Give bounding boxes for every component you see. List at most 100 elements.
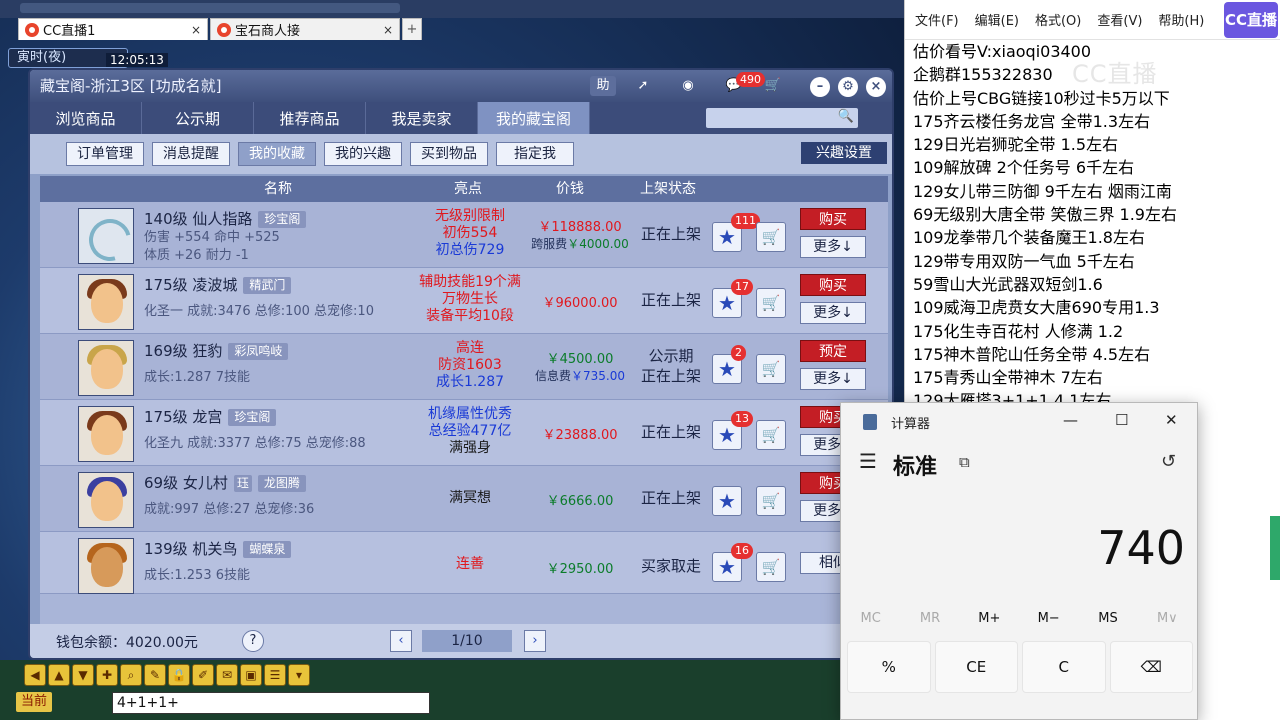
chat-input[interactable]: 4+1+1+ <box>112 692 430 714</box>
clear-entry-key[interactable]: CE <box>934 641 1018 693</box>
memory-clear-button[interactable]: MC <box>841 611 900 631</box>
table-row[interactable]: 139级 机关鸟 蝴蝶泉 成长:1.253 6技能 连善 ￥2950.00 买家取… <box>40 532 888 594</box>
move-icon[interactable]: ✚ <box>96 664 118 686</box>
character-avatar[interactable] <box>78 406 134 462</box>
tab-recommended[interactable]: 推荐商品 <box>254 102 366 134</box>
add-to-cart-icon[interactable]: 🛒 <box>756 222 786 252</box>
add-to-cart-icon[interactable]: 🛒 <box>756 420 786 450</box>
notepad-text-area[interactable]: 估价看号V:xiaoqi03400 企鹅群155322830 估价上号CBG链接… <box>905 40 1280 413</box>
arrow-up-icon[interactable]: ▲ <box>48 664 70 686</box>
favorite-star-icon[interactable]: ★ 111 <box>712 213 760 252</box>
message-reminder-button[interactable]: 消息提醒 <box>152 142 230 166</box>
text-line: 109威海卫虎贲女大唐690专用1.3 <box>913 298 1160 318</box>
maximize-icon[interactable]: ☐ <box>1115 411 1128 429</box>
help-icon[interactable]: ? <box>242 630 264 652</box>
chat-icon[interactable]: ✉ <box>216 664 238 686</box>
side-widget[interactable] <box>1270 516 1280 580</box>
percent-key[interactable]: % <box>847 641 931 693</box>
memory-recall-button[interactable]: MR <box>900 611 959 631</box>
help-button[interactable]: 助 <box>590 76 616 96</box>
close-icon[interactable]: × <box>191 23 201 37</box>
add-to-cart-icon[interactable]: 🛒 <box>756 552 786 582</box>
buy-button[interactable]: 购买 <box>800 208 866 230</box>
add-to-cart-icon[interactable]: 🛒 <box>756 354 786 384</box>
minimize-icon[interactable]: — <box>1063 411 1078 429</box>
memory-add-button[interactable]: M+ <box>960 611 1019 631</box>
memory-list-button[interactable]: M∨ <box>1138 611 1197 631</box>
list-icon[interactable]: ☰ <box>264 664 286 686</box>
buy-button[interactable]: 购买 <box>800 274 866 296</box>
purchased-items-button[interactable]: 买到物品 <box>410 142 488 166</box>
browser-tab-gem-merchant[interactable]: 宝石商人接 × <box>210 18 400 40</box>
reserve-button[interactable]: 预定 <box>800 340 866 362</box>
item-thumbnail[interactable] <box>78 208 134 264</box>
menu-edit[interactable]: 编辑(E) <box>975 10 1019 29</box>
clear-key[interactable]: C <box>1022 641 1106 693</box>
close-icon[interactable]: × <box>383 23 393 37</box>
designated-me-button[interactable]: 指定我 <box>496 142 574 166</box>
lock-icon[interactable]: 🔒 <box>168 664 190 686</box>
character-avatar[interactable] <box>78 472 134 528</box>
order-management-button[interactable]: 订单管理 <box>66 142 144 166</box>
settings-icon[interactable]: ⚙ <box>838 77 858 97</box>
tab-my-pavilion[interactable]: 我的藏宝阁 <box>478 102 590 134</box>
favorite-star-icon[interactable]: ★ <box>712 486 742 516</box>
more-button[interactable]: 更多↓ <box>800 368 866 390</box>
character-avatar[interactable] <box>78 274 134 330</box>
search-icon[interactable]: 🔍 <box>838 109 854 124</box>
tab-browse[interactable]: 浏览商品 <box>30 102 142 134</box>
pet-avatar[interactable] <box>78 538 134 594</box>
table-row[interactable]: 69级 女儿村珏龙图腾 成就:997 总修:27 总宠修:36 满冥想 ￥666… <box>40 466 888 532</box>
table-row[interactable]: 175级 龙宫 珍宝阁 化圣九 成就:3377 总修:75 总宠修:88 机缘属性… <box>40 400 888 466</box>
previous-page-button[interactable]: ‹ <box>390 630 412 652</box>
menu-help[interactable]: 帮助(H) <box>1158 10 1204 29</box>
table-row[interactable]: 175级 凌波城 精武门 化圣一 成就:3476 总修:100 总宠修:10 辅助… <box>40 268 888 334</box>
more-button[interactable]: 更多↓ <box>800 302 866 324</box>
current-channel-label[interactable]: 当前 <box>16 692 52 712</box>
memory-store-button[interactable]: MS <box>1078 611 1137 631</box>
brush-icon[interactable]: ✐ <box>192 664 214 686</box>
interest-settings-button[interactable]: 兴趣设置 <box>801 142 887 164</box>
table-row[interactable]: 169级 狂豹 彩凤鸣岐 成长:1.287 7技能 高连 防资1603 成长1.287… <box>40 334 888 400</box>
record-icon[interactable]: ◉ <box>675 76 701 96</box>
bag-icon[interactable]: ▣ <box>240 664 262 686</box>
favorite-star-icon[interactable]: ★ 2 <box>712 345 746 384</box>
memory-subtract-button[interactable]: M− <box>1019 611 1078 631</box>
new-tab-button[interactable]: + <box>402 18 422 40</box>
pin-icon[interactable]: ✎ <box>144 664 166 686</box>
browser-tab-cc-live[interactable]: CC直播1 × <box>18 18 208 40</box>
add-to-cart-icon[interactable]: 🛒 <box>756 288 786 318</box>
search-input[interactable]: 🔍 <box>706 108 858 128</box>
menu-file[interactable]: 文件(F) <box>915 10 959 29</box>
pet-avatar[interactable] <box>78 340 134 396</box>
tab-seller[interactable]: 我是卖家 <box>366 102 478 134</box>
text-line: 129日光岩狮驼全带 1.5左右 <box>913 135 1119 155</box>
tab-public-period[interactable]: 公示期 <box>142 102 254 134</box>
share-icon[interactable]: ➚ <box>630 76 656 96</box>
hamburger-menu-icon[interactable]: ☰ <box>859 449 877 473</box>
my-favorites-button[interactable]: 我的收藏 <box>238 142 316 166</box>
favorite-star-icon[interactable]: ★ 13 <box>712 411 753 450</box>
listing-status: 正在上架 <box>640 423 701 441</box>
keep-on-top-icon[interactable]: ⧉ <box>959 453 970 471</box>
chevron-down-icon[interactable]: ▾ <box>288 664 310 686</box>
add-to-cart-icon[interactable]: 🛒 <box>756 486 786 516</box>
backspace-key[interactable]: ⌫ <box>1109 641 1193 693</box>
favorite-star-icon[interactable]: ★ 16 <box>712 543 753 582</box>
menu-format[interactable]: 格式(O) <box>1035 10 1081 29</box>
page-indicator: 1/10 <box>422 630 512 652</box>
zoom-icon[interactable]: ⌕ <box>120 664 142 686</box>
close-icon[interactable]: ✕ <box>1165 411 1178 429</box>
minimize-icon[interactable]: – <box>810 77 830 97</box>
calculator-display: 740 <box>1097 521 1185 575</box>
next-page-button[interactable]: › <box>524 630 546 652</box>
more-button[interactable]: 更多↓ <box>800 236 866 258</box>
table-row[interactable]: 140级 仙人指路 珍宝阁 伤害 +554 命中 +525 体质 +26 耐力 -… <box>40 202 888 268</box>
menu-view[interactable]: 查看(V) <box>1097 10 1142 29</box>
arrow-down-icon[interactable]: ▼ <box>72 664 94 686</box>
arrow-left-icon[interactable]: ◀ <box>24 664 46 686</box>
my-interests-button[interactable]: 我的兴趣 <box>324 142 402 166</box>
history-icon[interactable]: ↺ <box>1161 451 1176 472</box>
favorite-star-icon[interactable]: ★ 17 <box>712 279 753 318</box>
close-icon[interactable]: × <box>866 77 886 97</box>
